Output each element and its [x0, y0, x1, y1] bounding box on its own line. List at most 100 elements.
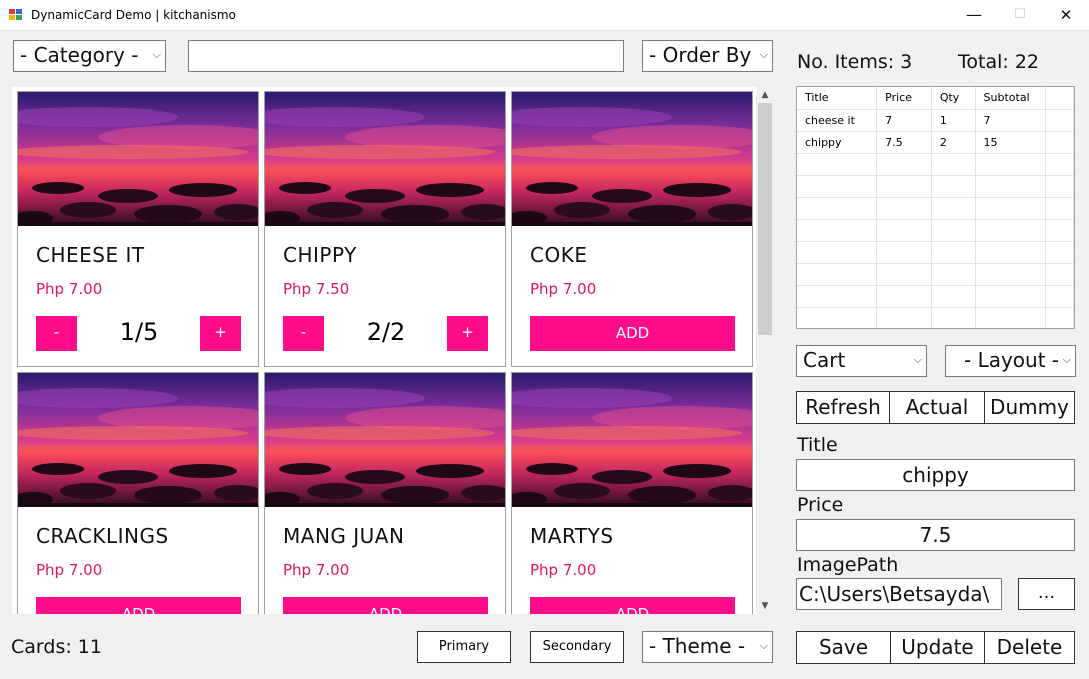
theme-select-label: - Theme -	[649, 634, 746, 658]
title-label: Title	[797, 434, 838, 456]
product-title: CHEESE IT	[36, 243, 145, 267]
primary-button[interactable]: Primary	[417, 631, 511, 663]
quantity-display: 1/5	[119, 318, 159, 346]
product-image	[265, 373, 505, 507]
product-image	[265, 92, 505, 226]
scroll-up-icon[interactable]: ▲	[756, 87, 774, 103]
table-cell: 7	[876, 109, 932, 132]
chevron-down-icon: ⌵	[759, 48, 768, 61]
column-header[interactable]: Subtotal	[975, 87, 1047, 110]
add-to-cart-button[interactable]: ADD	[530, 597, 735, 614]
title-bar: DynamicCard Demo | kitchanismo — ☐ ✕	[0, 0, 1089, 31]
add-to-cart-button[interactable]: ADD	[283, 597, 488, 614]
table-filler	[1045, 109, 1074, 132]
product-title: CRACKLINGS	[36, 524, 169, 548]
scroll-down-icon[interactable]: ▼	[756, 598, 774, 614]
category-select[interactable]: - Category - ⌵	[13, 40, 166, 72]
table-filler	[1045, 87, 1074, 110]
scroll-thumb[interactable]	[758, 103, 772, 335]
quantity-display: 2/2	[366, 318, 406, 346]
table-header-row: Title Price Qty Subtotal	[797, 87, 1074, 110]
column-header[interactable]: Price	[876, 87, 932, 110]
window-title: DynamicCard Demo | kitchanismo	[31, 8, 236, 22]
dummy-button[interactable]: Dummy	[984, 391, 1075, 424]
order-by-select[interactable]: - Order By ⌵	[642, 40, 773, 72]
search-input[interactable]	[188, 40, 624, 72]
chevron-down-icon: ⌵	[759, 639, 768, 652]
product-card-martys: MARTYS Php 7.00 ADD	[511, 372, 753, 614]
save-button[interactable]: Save	[796, 631, 891, 664]
secondary-button[interactable]: Secondary	[530, 631, 624, 663]
order-by-label: - Order By	[649, 43, 752, 67]
product-price: Php 7.00	[36, 280, 103, 298]
layout-select-label: - Layout -	[964, 348, 1060, 372]
table-row[interactable]: chippy 7.5 2 15	[797, 131, 1074, 154]
layout-select[interactable]: - Layout - ⌵	[945, 345, 1076, 377]
cart-grid[interactable]: Title Price Qty Subtotal cheese it 7 1 7…	[796, 86, 1075, 329]
table-cell: 15	[975, 131, 1047, 154]
title-field[interactable]: chippy	[796, 459, 1075, 491]
table-row[interactable]: cheese it 7 1 7	[797, 109, 1074, 132]
empty-row	[797, 219, 1074, 242]
cart-table: Title Price Qty Subtotal cheese it 7 1 7…	[797, 87, 1074, 328]
items-count: No. Items: 3	[797, 51, 913, 73]
column-header[interactable]: Qty	[931, 87, 976, 110]
product-card-chippy: CHIPPY Php 7.50 - 2/2 +	[264, 91, 506, 367]
empty-row	[797, 175, 1074, 198]
product-price: Php 7.00	[283, 561, 350, 579]
product-image	[18, 92, 258, 226]
product-image	[18, 373, 258, 507]
empty-row	[797, 153, 1074, 176]
increase-qty-button[interactable]: +	[200, 316, 241, 351]
product-card-coke: COKE Php 7.00 ADD	[511, 91, 753, 367]
product-title: MARTYS	[530, 524, 614, 548]
theme-select[interactable]: - Theme - ⌵	[642, 631, 773, 663]
add-to-cart-button[interactable]: ADD	[530, 316, 735, 351]
table-cell: 1	[931, 109, 976, 132]
product-price: Php 7.00	[530, 280, 597, 298]
table-cell: chippy	[797, 131, 878, 154]
delete-button[interactable]: Delete	[984, 631, 1075, 664]
table-cell: 2	[931, 131, 976, 154]
close-button[interactable]: ✕	[1043, 0, 1089, 31]
decrease-qty-button[interactable]: -	[36, 316, 77, 351]
empty-row	[797, 285, 1074, 308]
increase-qty-button[interactable]: +	[447, 316, 488, 351]
browse-button[interactable]: ...	[1018, 578, 1075, 610]
product-card-mang-juan: MANG JUAN Php 7.00 ADD	[264, 372, 506, 614]
minimize-button[interactable]: —	[951, 0, 997, 31]
column-header[interactable]: Title	[797, 87, 878, 110]
table-cell: 7.5	[876, 131, 932, 154]
product-price: Php 7.50	[283, 280, 350, 298]
image-path-field[interactable]: C:\Users\Betsayda\	[796, 578, 1002, 610]
image-path-label: ImagePath	[797, 554, 899, 576]
chevron-down-icon: ⌵	[152, 48, 161, 61]
price-field[interactable]: 7.5	[796, 519, 1075, 551]
product-title: CHIPPY	[283, 243, 357, 267]
category-select-label: - Category -	[20, 43, 139, 67]
refresh-button[interactable]: Refresh	[796, 391, 890, 424]
product-price: Php 7.00	[530, 561, 597, 579]
chevron-down-icon: ⌵	[913, 353, 922, 366]
empty-row	[797, 307, 1074, 328]
empty-row	[797, 241, 1074, 264]
table-cell: cheese it	[797, 109, 878, 132]
actual-button[interactable]: Actual	[889, 391, 985, 424]
update-button[interactable]: Update	[890, 631, 985, 664]
product-title: MANG JUAN	[283, 524, 405, 548]
product-card-cheese-it: CHEESE IT Php 7.00 - 1/5 +	[17, 91, 259, 367]
cart-total: Total: 22	[958, 51, 1039, 73]
maximize-button[interactable]: ☐	[997, 0, 1043, 31]
cart-select-label: Cart	[803, 348, 846, 372]
cart-select[interactable]: Cart ⌵	[796, 345, 927, 377]
cards-count: Cards: 11	[11, 636, 102, 658]
cards-scrollbar[interactable]: ▲ ▼	[756, 87, 774, 614]
chevron-down-icon: ⌵	[1062, 353, 1071, 366]
table-cell: 7	[975, 109, 1047, 132]
add-to-cart-button[interactable]: ADD	[36, 597, 241, 614]
cards-panel: CHEESE IT Php 7.00 - 1/5 + CHIPPY Php 7.…	[12, 87, 774, 614]
product-title: COKE	[530, 243, 588, 267]
decrease-qty-button[interactable]: -	[283, 316, 324, 351]
product-image	[512, 92, 752, 226]
product-price: Php 7.00	[36, 561, 103, 579]
